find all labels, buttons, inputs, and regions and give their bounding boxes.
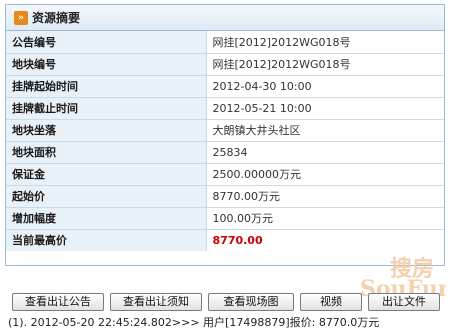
row-value-plot-number: 网挂[2012]2012WG018号 <box>206 53 444 76</box>
resource-summary-panel: » 资源摘要 公告编号 网挂[2012]2012WG018号 地块编号 网挂[2… <box>5 4 445 266</box>
row-value-area: 25834 <box>206 141 444 164</box>
row-label-location: 地块坐落 <box>6 119 207 142</box>
table-row: 挂牌起始时间 2012-04-30 10:00 <box>6 75 444 98</box>
table-row: 起始价 8770.00万元 <box>6 185 444 208</box>
row-label-area: 地块面积 <box>6 141 207 164</box>
bid-log-entry: (1). 2012-05-20 22:45:24.802>>> 用户[17498… <box>8 316 380 329</box>
row-label-start-price: 起始价 <box>6 185 207 208</box>
view-notice-button[interactable]: 查看出让须知 <box>110 293 202 311</box>
row-value-deposit: 2500.00000万元 <box>206 163 444 186</box>
table-row: 当前最高价 8770.00 <box>6 229 444 251</box>
row-value-start-time: 2012-04-30 10:00 <box>206 75 444 98</box>
row-label-end-time: 挂牌截止时间 <box>6 97 207 120</box>
row-value-current-highest-price: 8770.00 <box>212 233 263 247</box>
row-label-current-highest-price: 当前最高价 <box>6 229 207 251</box>
row-value-increment: 100.00万元 <box>206 207 444 230</box>
transfer-document-button[interactable]: 出让文件 <box>368 293 440 311</box>
summary-table: 公告编号 网挂[2012]2012WG018号 地块编号 网挂[2012]201… <box>6 31 444 251</box>
double-arrow-icon: » <box>14 10 28 25</box>
view-site-map-button[interactable]: 查看现场图 <box>208 293 294 311</box>
row-label-notice-number: 公告编号 <box>6 31 207 54</box>
table-row: 公告编号 网挂[2012]2012WG018号 <box>6 31 444 54</box>
panel-title: 资源摘要 <box>32 11 81 25</box>
row-label-plot-number: 地块编号 <box>6 53 207 76</box>
panel-header: » 资源摘要 <box>6 5 444 31</box>
row-value-end-time: 2012-05-21 10:00 <box>206 97 444 120</box>
row-label-increment: 增加幅度 <box>6 207 207 230</box>
view-announcement-button[interactable]: 查看出让公告 <box>12 293 104 311</box>
row-value-start-price: 8770.00万元 <box>206 185 444 208</box>
table-row: 地块编号 网挂[2012]2012WG018号 <box>6 53 444 76</box>
table-row: 挂牌截止时间 2012-05-21 10:00 <box>6 97 444 120</box>
table-row: 地块坐落 大朗镇大井头社区 <box>6 119 444 142</box>
table-row: 保证金 2500.00000万元 <box>6 163 444 186</box>
row-label-deposit: 保证金 <box>6 163 207 186</box>
row-value-notice-number: 网挂[2012]2012WG018号 <box>206 31 444 54</box>
table-row: 地块面积 25834 <box>6 141 444 164</box>
video-button[interactable]: 视频 <box>300 293 362 311</box>
action-button-bar: 查看出让公告 查看出让须知 查看现场图 视频 出让文件 <box>4 293 444 313</box>
table-row: 增加幅度 100.00万元 <box>6 207 444 230</box>
row-label-start-time: 挂牌起始时间 <box>6 75 207 98</box>
row-value-location: 大朗镇大井头社区 <box>206 119 444 142</box>
